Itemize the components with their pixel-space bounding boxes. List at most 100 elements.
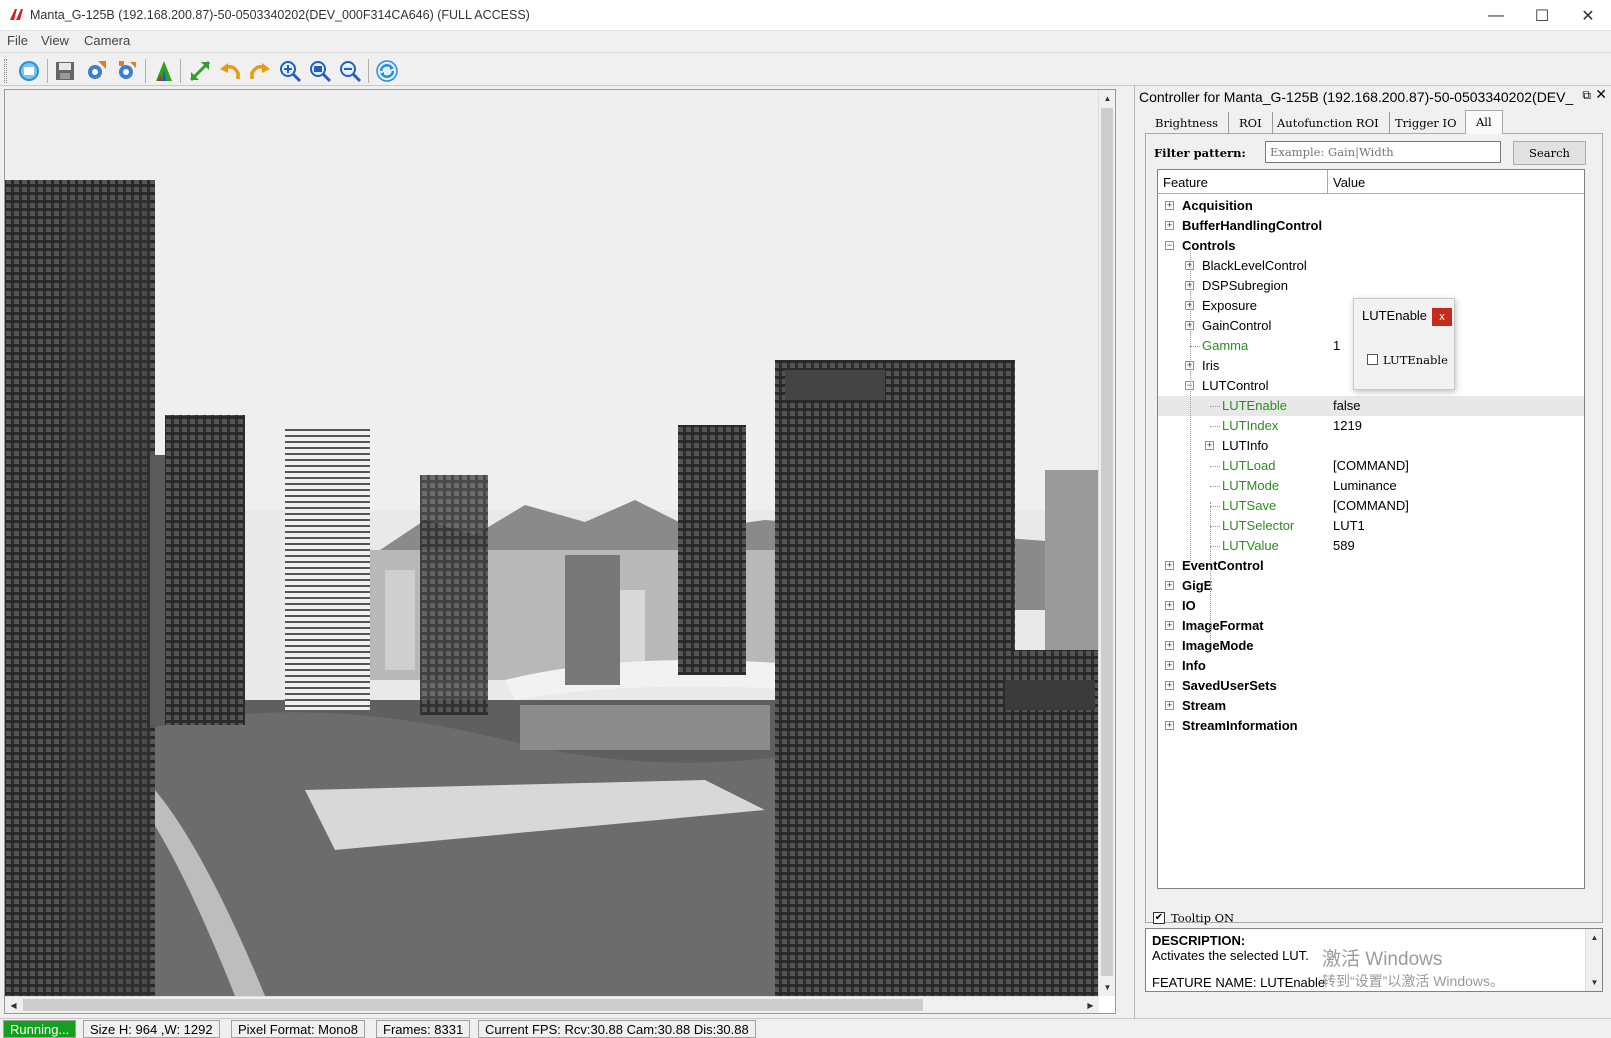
image-view[interactable]: ▲ ▼ ◀ ▶: [4, 89, 1116, 1014]
tree-row[interactable]: − Controls: [1158, 236, 1584, 256]
menu-camera[interactable]: Camera: [84, 33, 130, 48]
feature-tree[interactable]: Feature Value + Acquisition + BufferHandlin…: [1157, 169, 1585, 889]
minimize-button[interactable]: —: [1473, 0, 1519, 31]
feature-value[interactable]: 589: [1333, 538, 1355, 553]
toolbar-grip[interactable]: [4, 59, 7, 83]
tree-row[interactable]: LUTEnable false: [1158, 396, 1584, 416]
zoom-out-button[interactable]: [336, 57, 364, 85]
feature-label: LUTValue: [1222, 538, 1279, 553]
close-panel-icon[interactable]: ✕: [1595, 86, 1607, 103]
zoom-in-button[interactable]: [276, 57, 304, 85]
rotate-right-button[interactable]: [246, 57, 274, 85]
expand-icon[interactable]: +: [1205, 441, 1214, 450]
tree-row[interactable]: + LUTInfo: [1158, 436, 1584, 456]
close-button[interactable]: ✕: [1565, 0, 1611, 31]
maximize-icon: ☐: [1534, 7, 1550, 25]
scroll-down-arrow-icon[interactable]: ▼: [1099, 979, 1116, 996]
status-frames: Frames: 8331: [376, 1020, 471, 1038]
zoom-out-icon: [340, 61, 362, 83]
feature-label: DSPSubregion: [1202, 278, 1288, 293]
column-value[interactable]: Value: [1328, 170, 1584, 194]
tree-row[interactable]: + BufferHandlingControl: [1158, 216, 1584, 236]
expand-icon[interactable]: +: [1165, 661, 1174, 670]
tree-row[interactable]: + StreamInformation: [1158, 716, 1584, 736]
image-vertical-scrollbar[interactable]: ▲ ▼: [1098, 90, 1115, 996]
tree-row[interactable]: + Stream: [1158, 696, 1584, 716]
refresh-button[interactable]: [373, 57, 401, 85]
feature-value[interactable]: false: [1333, 398, 1360, 413]
popup-close-button[interactable]: x: [1432, 308, 1452, 326]
tree-row[interactable]: + BlackLevelControl: [1158, 256, 1584, 276]
expand-icon[interactable]: +: [1165, 681, 1174, 690]
tab-trigger-io[interactable]: Trigger IO: [1385, 112, 1468, 134]
expand-icon[interactable]: +: [1165, 641, 1174, 650]
description-scrollbar[interactable]: ▲ ▼: [1585, 929, 1602, 991]
tree-row[interactable]: + Info: [1158, 656, 1584, 676]
feature-label: LUTInfo: [1222, 438, 1269, 453]
histogram-button[interactable]: [150, 57, 178, 85]
feature-label: Exposure: [1202, 298, 1257, 313]
expand-icon[interactable]: +: [1165, 621, 1174, 630]
feature-value[interactable]: Luminance: [1333, 478, 1397, 493]
maximize-button[interactable]: ☐: [1519, 0, 1565, 31]
expand-icon[interactable]: +: [1165, 701, 1174, 710]
popup-title: LUTEnable: [1362, 308, 1428, 323]
tab-all[interactable]: All: [1465, 110, 1503, 134]
tree-row[interactable]: + DSPSubregion: [1158, 276, 1584, 296]
tree-row[interactable]: LUTIndex 1219: [1158, 416, 1584, 436]
stop-acquisition-button[interactable]: [15, 57, 43, 85]
search-button[interactable]: Search: [1513, 141, 1586, 165]
desc-scroll-down-icon[interactable]: ▼: [1586, 974, 1602, 991]
collapse-icon[interactable]: −: [1165, 241, 1174, 250]
expand-icon[interactable]: +: [1165, 581, 1174, 590]
zoom-fit-button[interactable]: [306, 57, 334, 85]
tree-row[interactable]: LUTLoad [COMMAND]: [1158, 456, 1584, 476]
column-feature[interactable]: Feature: [1158, 170, 1328, 194]
expand-icon[interactable]: +: [1165, 561, 1174, 570]
scroll-left-arrow-icon[interactable]: ◀: [5, 997, 22, 1014]
tree-row[interactable]: + ImageMode: [1158, 636, 1584, 656]
horizontal-scroll-thumb[interactable]: [23, 999, 923, 1011]
lutenable-checkbox[interactable]: [1367, 354, 1378, 365]
expand-icon[interactable]: +: [1165, 221, 1174, 230]
filter-pattern-input[interactable]: [1265, 141, 1501, 163]
tree-row[interactable]: + IO: [1158, 596, 1584, 616]
feature-value[interactable]: LUT1: [1333, 518, 1365, 533]
vertical-scroll-thumb[interactable]: [1101, 108, 1113, 976]
tree-row[interactable]: + EventControl: [1158, 556, 1584, 576]
float-panel-icon[interactable]: ⧉: [1582, 88, 1591, 103]
tree-row[interactable]: LUTValue 589: [1158, 536, 1584, 556]
feature-value[interactable]: 1: [1333, 338, 1340, 353]
tab-autofunction-roi[interactable]: Autofunction ROI: [1267, 112, 1390, 134]
desc-scroll-up-icon[interactable]: ▲: [1586, 929, 1602, 946]
tab-brightness[interactable]: Brightness: [1145, 112, 1230, 134]
tooltip-checkbox[interactable]: ✔: [1153, 912, 1165, 924]
rotate-left-button[interactable]: [216, 57, 244, 85]
settings-save-button[interactable]: [113, 57, 141, 85]
tree-row[interactable]: + ImageFormat: [1158, 616, 1584, 636]
expand-icon[interactable]: +: [1165, 201, 1174, 210]
scroll-right-arrow-icon[interactable]: ▶: [1082, 997, 1099, 1014]
tree-row[interactable]: + SavedUserSets: [1158, 676, 1584, 696]
feature-label: BlackLevelControl: [1202, 258, 1307, 273]
expand-icon[interactable]: +: [1165, 601, 1174, 610]
feature-value[interactable]: [COMMAND]: [1333, 498, 1409, 513]
camera-live-image[interactable]: [5, 90, 1099, 996]
scroll-up-arrow-icon[interactable]: ▲: [1099, 90, 1116, 107]
expand-icon[interactable]: +: [1165, 721, 1174, 730]
feature-value[interactable]: [COMMAND]: [1333, 458, 1409, 473]
fit-window-button[interactable]: [186, 57, 214, 85]
menu-file[interactable]: File: [7, 33, 28, 48]
tree-row[interactable]: LUTMode Luminance: [1158, 476, 1584, 496]
tree-row[interactable]: + Acquisition: [1158, 196, 1584, 216]
tree-row[interactable]: LUTSelector LUT1: [1158, 516, 1584, 536]
tree-row[interactable]: + GigE: [1158, 576, 1584, 596]
feature-value[interactable]: 1219: [1333, 418, 1362, 433]
feature-label: GainControl: [1202, 318, 1272, 333]
image-horizontal-scrollbar[interactable]: ◀ ▶: [5, 996, 1099, 1013]
menu-view[interactable]: View: [41, 33, 69, 48]
save-image-button[interactable]: [51, 57, 79, 85]
tree-row[interactable]: LUTSave [COMMAND]: [1158, 496, 1584, 516]
settings-save-icon: [119, 61, 136, 79]
settings-load-button[interactable]: [82, 57, 110, 85]
